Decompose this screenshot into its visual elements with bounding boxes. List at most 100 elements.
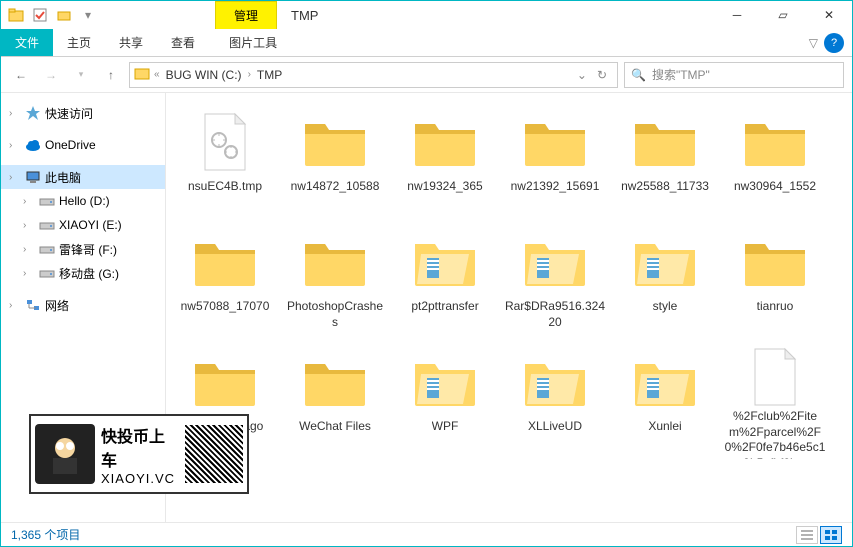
file-icon — [190, 107, 260, 177]
tree-node[interactable]: › 移动盘 (G:) — [1, 261, 165, 285]
file-name: Xunlei — [648, 419, 681, 435]
expand-icon[interactable]: › — [9, 140, 21, 151]
forward-button[interactable]: → — [39, 63, 63, 87]
chevron-right-icon[interactable]: « — [154, 69, 160, 80]
file-name: nw57088_17070 — [181, 299, 270, 315]
qat-check-icon[interactable] — [29, 4, 51, 26]
file-item[interactable]: %2Fclub%2Fitem%2Fparcel%2F0%2F0fe7b46e5c… — [720, 343, 830, 463]
item-count: 1,365 个项目 — [11, 526, 80, 543]
file-item[interactable]: pt2pttransfer — [390, 223, 500, 343]
file-name: %2Fclub%2Fitem%2Fparcel%2F0%2F0fe7b46e5c… — [724, 409, 826, 459]
back-button[interactable]: ← — [9, 63, 33, 87]
file-name: nw30964_1552 — [734, 179, 816, 195]
view-details-button[interactable] — [796, 526, 818, 544]
expand-icon[interactable]: › — [23, 268, 35, 279]
address-dropdown-icon[interactable]: ⌄ — [577, 68, 587, 82]
file-item[interactable]: nw14872_10588 — [280, 103, 390, 223]
folder-icon — [520, 227, 590, 297]
file-name: style — [653, 299, 678, 315]
file-item[interactable]: nw21392_15691 — [500, 103, 610, 223]
minimize-button[interactable]: ─ — [714, 1, 760, 29]
expand-icon[interactable]: › — [9, 172, 21, 183]
tree-label: 移动盘 (G:) — [59, 265, 119, 282]
tab-view[interactable]: 查看 — [157, 29, 209, 56]
quick-access-toolbar: ▾ — [1, 4, 103, 26]
tree-label: Hello (D:) — [59, 194, 110, 208]
folder-icon — [520, 347, 590, 417]
file-item[interactable]: WPF — [390, 343, 500, 463]
contextual-tab-header[interactable]: 管理 — [215, 1, 277, 29]
search-icon: 🔍 — [631, 68, 646, 82]
file-item[interactable]: tianruo — [720, 223, 830, 343]
address-bar[interactable]: « BUG WIN (C:) › TMP ⌄ ↻ — [129, 62, 618, 88]
file-item[interactable]: XLLiveUD — [500, 343, 610, 463]
close-button[interactable]: ✕ — [806, 1, 852, 29]
file-item[interactable]: Xunlei — [610, 343, 720, 463]
overlay-line2: XIAOYI.VC — [101, 471, 179, 486]
file-item[interactable]: PhotoshopCrashes — [280, 223, 390, 343]
net-icon — [25, 297, 41, 313]
file-item[interactable]: Rar$DRa9516.32420 — [500, 223, 610, 343]
qat-folder-small-icon[interactable] — [53, 4, 75, 26]
folder-icon — [410, 227, 480, 297]
file-item[interactable]: nsuEC4B.tmp — [170, 103, 280, 223]
drive-icon — [39, 265, 55, 281]
folder-icon — [630, 347, 700, 417]
tree-node[interactable]: › XIAOYI (E:) — [1, 213, 165, 237]
cloud-icon — [25, 137, 41, 153]
file-name: WeChat Files — [299, 419, 371, 435]
folder-icon[interactable] — [5, 4, 27, 26]
file-item[interactable]: WeChat Files — [280, 343, 390, 463]
search-input[interactable]: 🔍 搜索"TMP" — [624, 62, 844, 88]
folder-icon — [300, 227, 370, 297]
navigation-bar: ← → ▾ ↑ « BUG WIN (C:) › TMP ⌄ ↻ 🔍 搜索"TM… — [1, 57, 852, 93]
view-icons-button[interactable] — [820, 526, 842, 544]
expand-icon[interactable]: › — [9, 108, 21, 119]
expand-icon[interactable]: › — [23, 220, 35, 231]
search-placeholder: 搜索"TMP" — [652, 66, 710, 83]
file-item[interactable]: style — [610, 223, 720, 343]
folder-icon — [740, 107, 810, 177]
ribbon-expand-icon[interactable]: ▽ — [809, 36, 818, 50]
help-icon[interactable]: ? — [824, 33, 844, 53]
file-item[interactable]: nw30964_1552 — [720, 103, 830, 223]
tree-label: 网络 — [45, 297, 69, 314]
file-item[interactable]: nw57088_17070 — [170, 223, 280, 343]
expand-icon[interactable]: › — [23, 244, 35, 255]
qat-overflow-icon[interactable]: ▾ — [77, 4, 99, 26]
chevron-right-icon[interactable]: › — [248, 69, 251, 80]
file-list[interactable]: nsuEC4B.tmp nw14872_10588 nw19324_365 nw213… — [166, 93, 852, 523]
up-button[interactable]: ↑ — [99, 63, 123, 87]
drive-icon — [39, 193, 55, 209]
file-name: nsuEC4B.tmp — [188, 179, 262, 195]
tab-file[interactable]: 文件 — [1, 29, 53, 56]
recent-dropdown-icon[interactable]: ▾ — [69, 63, 93, 87]
file-name: Rar$DRa9516.32420 — [504, 299, 606, 330]
file-name: nw19324_365 — [407, 179, 482, 195]
file-item[interactable]: nw19324_365 — [390, 103, 500, 223]
tree-node[interactable]: ›雷锋哥 (F:) — [1, 237, 165, 261]
folder-icon — [630, 107, 700, 177]
folder-icon — [134, 65, 150, 84]
tree-node[interactable]: › 网络 — [1, 293, 165, 317]
tree-label: XIAOYI (E:) — [59, 218, 122, 232]
file-name: nw25588_11733 — [621, 179, 709, 195]
tree-node[interactable]: ›OneDrive — [1, 133, 165, 157]
tab-picture-tools[interactable]: 图片工具 — [215, 29, 291, 56]
drive-icon — [39, 217, 55, 233]
maximize-button[interactable]: ▱ — [760, 1, 806, 29]
file-icon — [740, 347, 810, 407]
breadcrumb[interactable]: TMP — [255, 68, 284, 82]
qr-code-icon — [185, 425, 243, 483]
tab-share[interactable]: 共享 — [105, 29, 157, 56]
tree-node[interactable]: › Hello (D:) — [1, 189, 165, 213]
tree-node[interactable]: ›此电脑 — [1, 165, 165, 189]
title-bar: ▾ 管理 TMP ─ ▱ ✕ — [1, 1, 852, 29]
tree-node[interactable]: ›快速访问 — [1, 101, 165, 125]
file-item[interactable]: nw25588_11733 — [610, 103, 720, 223]
tab-home[interactable]: 主页 — [53, 29, 105, 56]
refresh-icon[interactable]: ↻ — [591, 68, 613, 82]
expand-icon[interactable]: › — [9, 300, 21, 311]
breadcrumb[interactable]: BUG WIN (C:) — [164, 68, 244, 82]
expand-icon[interactable]: › — [23, 196, 35, 207]
